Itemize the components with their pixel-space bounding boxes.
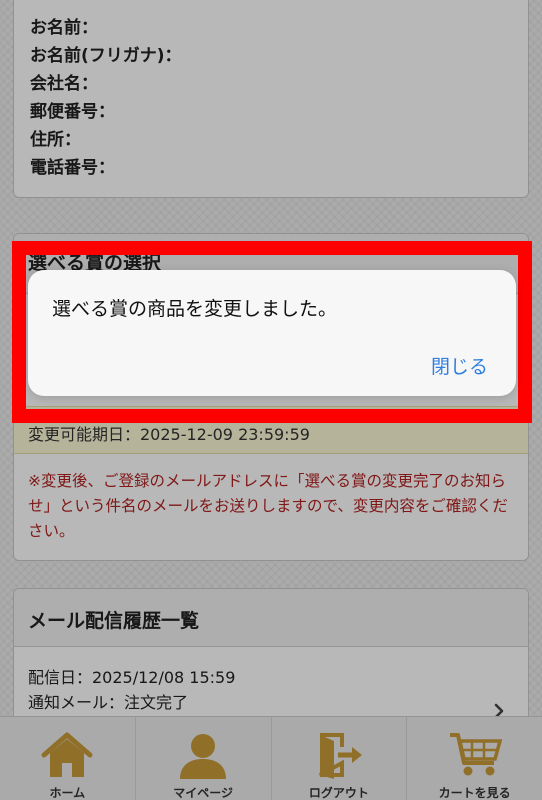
close-button[interactable]: 閉じる xyxy=(431,352,488,379)
alert-message: 選べる賞の商品を変更しました。 xyxy=(52,298,338,320)
page: お名前： お名前(フリガナ)： 会社名： 郵便番号： 住所： 電話番号： 選べる… xyxy=(0,0,542,800)
alert-dialog: 選べる賞の商品を変更しました。 閉じる xyxy=(28,270,516,396)
